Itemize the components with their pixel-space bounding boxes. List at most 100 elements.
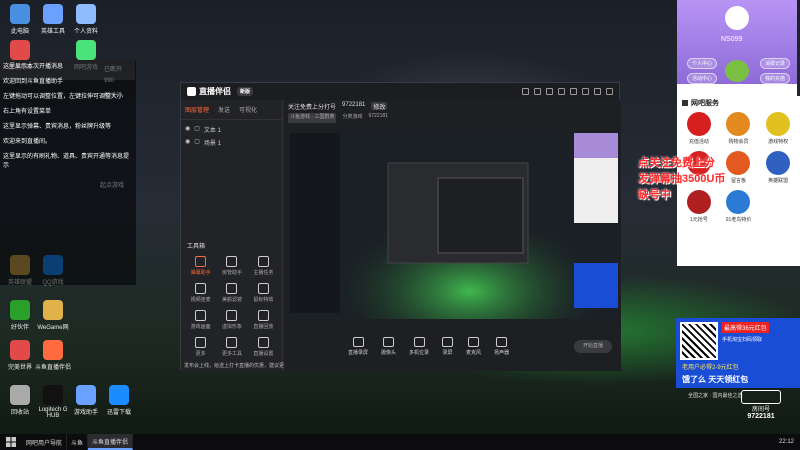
tool-label: 弹幕助手 — [190, 270, 211, 276]
ad-mid2: 老用户必得2-9元红包 — [682, 365, 739, 371]
source-label: 多机位录 — [409, 349, 430, 356]
service-icon — [726, 112, 751, 136]
source-button[interactable]: 录屏 — [442, 336, 454, 356]
source-button[interactable]: 多机位录 — [409, 336, 430, 356]
service-label: 1元抢号 — [689, 217, 708, 223]
tool-item[interactable]: 游戏画面 — [185, 310, 216, 330]
maximize-icon[interactable] — [594, 88, 601, 95]
source-button[interactable]: 麦克风 — [466, 336, 481, 356]
source-icon — [352, 336, 364, 347]
desktop-icon[interactable]: 个人资料 — [66, 4, 106, 35]
scene-item[interactable]: ◉ ▢ 场景 1 — [181, 136, 282, 149]
room-logo — [741, 390, 781, 404]
tool-label: 美颜滤镜 — [221, 297, 242, 303]
settings-icon[interactable] — [558, 88, 565, 95]
preview-canvas[interactable] — [288, 133, 618, 319]
tool-icon — [257, 310, 269, 321]
taskbar-item-douyu[interactable]: 斗鱼 — [67, 434, 89, 450]
tool-item[interactable]: 直播回放 — [248, 310, 279, 330]
activity-center-button[interactable]: 活动中心 — [687, 73, 718, 84]
tool-item[interactable]: 直播设置 — [248, 337, 279, 357]
minimize-icon[interactable] — [582, 88, 589, 95]
username: NS099 — [721, 36, 743, 43]
source-icon — [383, 336, 395, 347]
app-name: 直播伴侣 — [199, 87, 231, 96]
source-label: 直播录屏 — [348, 349, 369, 356]
share-icon[interactable] — [534, 88, 541, 95]
tool-label: 直播回放 — [253, 324, 274, 330]
tool-item[interactable]: 主播任务 — [248, 256, 279, 276]
tool-item[interactable]: 视频连麦 — [185, 283, 216, 303]
service-item[interactable]: 购物会员 — [719, 112, 759, 145]
close-icon[interactable] — [606, 88, 613, 95]
app-icon — [76, 40, 96, 60]
tool-icon — [195, 310, 207, 321]
desktop-icon[interactable]: WeGame网 — [33, 300, 73, 331]
recharge-button[interactable]: 我的充值 — [760, 73, 791, 84]
category-chip[interactable]: 斗鱼游戏 · 三国群英 — [288, 113, 337, 123]
tab-0[interactable]: 图层管理 — [185, 105, 209, 114]
eye-icon[interactable]: ◉ — [185, 125, 190, 134]
app-icon — [10, 340, 30, 360]
app-logo-icon — [187, 87, 196, 96]
tool-item[interactable]: 弹幕助手 — [185, 256, 216, 276]
app-icon — [43, 385, 63, 405]
taskbar-item-companion[interactable]: 斗鱼直播伴侣 — [88, 434, 134, 450]
service-item[interactable]: 游戏特权 — [758, 112, 798, 145]
promo-line-3: 缺号中 — [638, 189, 671, 201]
chat-message: 这里显示的有刷礼物、道具、贵宾开通等消息提示 — [3, 154, 130, 169]
ad-mid: 手机淘宝扫码领取 — [722, 337, 763, 343]
lock-icon[interactable]: ▢ — [194, 138, 200, 147]
edit-title-button[interactable]: 修改 — [371, 102, 388, 111]
scene-item[interactable]: ◉ ▢ 文本 1 — [181, 123, 282, 136]
tool-item[interactable]: 房管助手 — [216, 256, 247, 276]
gift-icon[interactable] — [522, 88, 529, 95]
title-bar[interactable]: 直播伴侣 新版 — [181, 83, 619, 100]
start-live-button[interactable]: 开始直播 — [574, 339, 612, 353]
ad-top: 最高得36元红包 — [722, 322, 769, 333]
tab-2[interactable]: 可视化 — [239, 105, 257, 114]
live-companion-window: 直播伴侣 新版 图层管理 发送 可视化 ◉ ▢ 文本 1 ◉ ▢ 场景 1 工具箱 弹幕助手房… — [180, 82, 621, 371]
tool-label: 鼠标特效 — [253, 297, 274, 303]
source-button[interactable]: 摄像头 — [381, 336, 396, 356]
message-icon[interactable] — [546, 88, 553, 95]
tool-item[interactable]: 更多 — [185, 337, 216, 357]
source-button[interactable]: 直播录屏 — [348, 336, 369, 356]
lock-icon[interactable]: ▢ — [194, 125, 200, 134]
app-icon — [76, 4, 96, 24]
app-icon — [43, 340, 63, 360]
tool-item[interactable]: 更多工具 — [216, 337, 247, 357]
personal-center-button[interactable]: 个人中心 — [687, 58, 718, 69]
version-badge: 新版 — [237, 87, 254, 96]
consumption-record-button[interactable]: 消费记录 — [760, 58, 791, 69]
menu-icon[interactable] — [570, 88, 577, 95]
app-icon — [10, 40, 30, 60]
tool-icon — [226, 283, 238, 294]
eye-icon[interactable]: ◉ — [185, 138, 190, 147]
source-label: 录屏 — [442, 349, 453, 356]
tool-item[interactable]: 美颜滤镜 — [216, 283, 247, 303]
eleme-ad[interactable]: 最高得36元红包 手机淘宝扫码领取 老用户必得2-9元红包 饿了么 天天领红包 — [676, 318, 800, 388]
tool-item[interactable]: 虚拟形象 — [216, 310, 247, 330]
tool-icon — [226, 337, 238, 348]
netcafe-title: 网吧服务 — [691, 100, 719, 107]
tool-item[interactable]: 鼠标特效 — [248, 283, 279, 303]
source-button[interactable]: 扬声器 — [494, 336, 510, 356]
taskbar-item-nav[interactable]: 网吧用户导航 — [22, 434, 68, 450]
tab-1[interactable]: 发送 — [218, 105, 230, 114]
app-logo: 直播伴侣 新版 — [187, 86, 254, 97]
service-item[interactable]: 充值活动 — [679, 112, 719, 145]
service-label: 91老鸟特价 — [725, 217, 752, 223]
source-icon — [496, 336, 508, 347]
app-icon — [43, 300, 63, 320]
tool-icon — [226, 310, 238, 321]
source-label: 扬声器 — [494, 349, 510, 356]
desktop-icon[interactable]: 斗鱼直播伴侣 — [33, 340, 73, 371]
tool-label: 房管助手 — [221, 270, 242, 276]
chat-overlay: 这里显示本次开播消息 欢迎回到斗鱼直播助手 左键拖动可以调整位置，左键拉伸可调整大小… — [0, 60, 136, 285]
desktop-icon[interactable]: 迅雷下载 — [99, 385, 139, 416]
windows-start-icon[interactable] — [0, 434, 22, 450]
tool-label: 游戏画面 — [190, 324, 211, 330]
scene-label: 文本 1 — [203, 128, 221, 134]
chat-message: 左键拖动可以调整位置，左键拉伸可调整大小 — [3, 94, 124, 100]
